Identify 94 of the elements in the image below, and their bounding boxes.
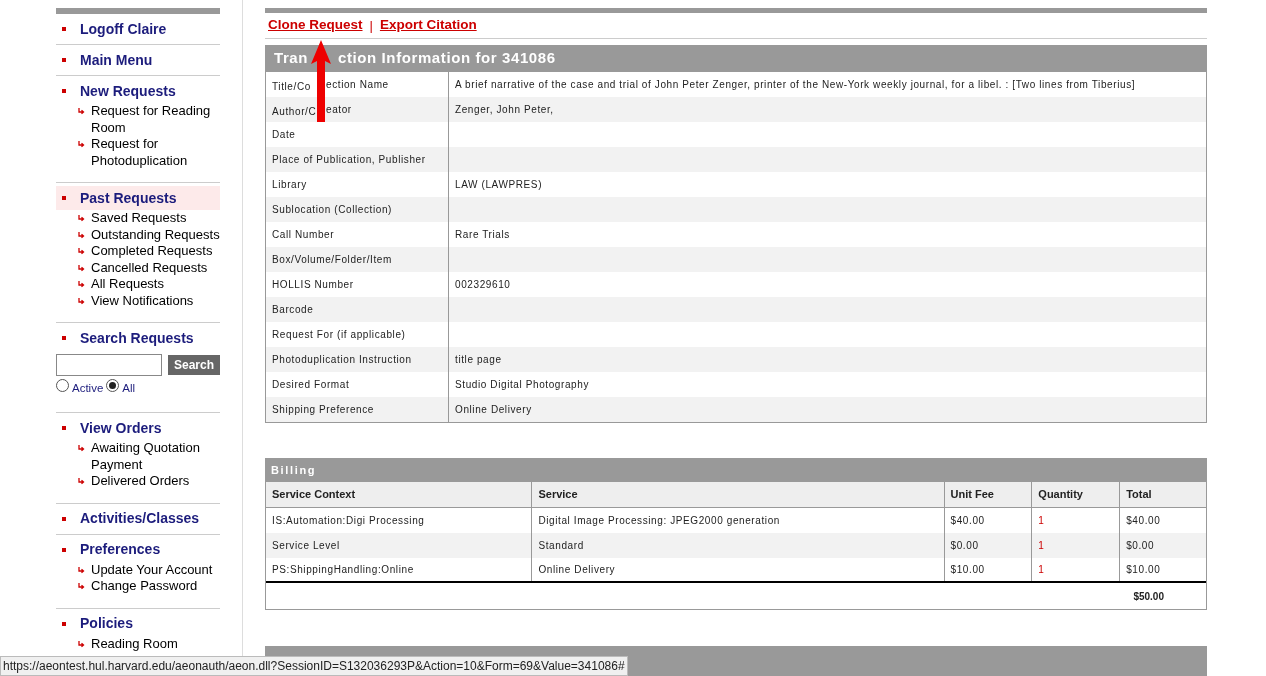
- field-label: Library: [272, 178, 307, 192]
- section-link[interactable]: Logoff Claire: [80, 18, 167, 40]
- sub-link[interactable]: All Requests: [91, 276, 164, 293]
- section-link[interactable]: Search Requests: [80, 327, 194, 349]
- column-header: Unit Fee: [944, 482, 1033, 507]
- sub-link[interactable]: Awaiting Quotation Payment: [91, 440, 220, 473]
- separator: |: [369, 16, 373, 35]
- status-bar: https://aeontest.hul.harvard.edu/aeonauth/aeon.dll?SessionID=S132036293P&Action=10&Form=69&Value=341086#: [0, 656, 628, 676]
- section-link[interactable]: Preferences: [80, 539, 161, 560]
- field-label: Desired Format: [272, 378, 350, 392]
- section-link[interactable]: Past Requests: [80, 187, 177, 209]
- section-link[interactable]: Policies: [80, 613, 133, 634]
- sub-link[interactable]: Delivered Orders: [91, 473, 190, 490]
- field-label: Title/Co: [272, 80, 311, 92]
- arrow-icon: [78, 281, 85, 288]
- arrow-icon: [78, 478, 85, 485]
- column-header: Quantity: [1032, 482, 1121, 507]
- bullet-icon: [62, 426, 66, 430]
- table-cell: PS:ShippingHandling:Online: [266, 558, 533, 581]
- bullet-icon: [62, 58, 66, 62]
- sub-link[interactable]: Saved Requests: [91, 210, 187, 227]
- bullet-icon: [62, 89, 66, 93]
- panel-title: Tran: [274, 49, 309, 67]
- sub-link[interactable]: Update Your Account: [91, 561, 213, 578]
- field-value: Zenger, John Peter,: [454, 103, 555, 117]
- action-link[interactable]: Export Citation: [379, 15, 477, 36]
- field-value: 002329610: [454, 278, 512, 292]
- sub-link[interactable]: Request for Photoduplication: [91, 136, 220, 169]
- field-label: Shipping Preference: [272, 403, 374, 417]
- field-label: eator: [326, 103, 352, 117]
- field-label: Photoduplication Instruction: [272, 353, 412, 367]
- field-value: title page: [454, 353, 503, 367]
- arrow-icon: [78, 297, 85, 305]
- sub-link[interactable]: Outstanding Requests: [91, 226, 220, 243]
- field-label: Place of Publication, Publisher: [272, 153, 426, 167]
- panel-title: ction Information for 341086: [338, 48, 556, 69]
- arrow-icon: [78, 248, 85, 255]
- radio-button[interactable]: [56, 378, 69, 392]
- bullet-icon: [62, 547, 66, 552]
- grand-total: $50.00: [1133, 589, 1164, 604]
- table-cell: 1: [1032, 558, 1121, 581]
- field-label: Box/Volume/Folder/Item: [272, 253, 392, 267]
- radio-label: Active: [72, 380, 104, 396]
- sub-link[interactable]: View Notifications: [91, 292, 194, 309]
- bullet-icon: [62, 621, 66, 626]
- field-value: Rare Trials: [454, 228, 511, 242]
- table-cell: $10.00: [944, 558, 1033, 581]
- arrow-icon: [78, 108, 85, 115]
- arrow-icon: [78, 141, 85, 148]
- bullet-icon: [62, 336, 66, 340]
- action-link[interactable]: Clone Request: [268, 15, 363, 36]
- arrow-icon: [78, 583, 85, 590]
- section-link[interactable]: Activities/Classes: [80, 508, 200, 529]
- field-label: Barcode: [272, 303, 314, 317]
- field-value: LAW (LAWPRES): [454, 178, 544, 192]
- bullet-icon: [62, 27, 66, 31]
- arrow-icon: [78, 640, 85, 648]
- sub-link[interactable]: Cancelled Requests: [91, 259, 208, 276]
- radio-button[interactable]: [106, 378, 120, 392]
- bullet-icon: [62, 516, 66, 521]
- sub-link[interactable]: Reading Room: [91, 635, 178, 652]
- arrow-icon: [78, 445, 85, 452]
- sub-link[interactable]: Completed Requests: [91, 243, 213, 260]
- sub-link[interactable]: Change Password: [91, 578, 198, 595]
- bullet-icon: [62, 196, 66, 200]
- section-link[interactable]: New Requests: [80, 80, 176, 102]
- field-label: Date: [272, 128, 296, 142]
- section-link[interactable]: View Orders: [80, 417, 162, 439]
- radio-label: All: [122, 380, 136, 396]
- field-value: Online Delivery: [454, 403, 533, 417]
- arrow-icon: [78, 231, 85, 239]
- section-link[interactable]: Main Menu: [80, 49, 153, 71]
- field-value: A brief narrative of the case and trial of John Peter Zenger, printer of the New-York weekly journal, for a libel. : [Two lines from Tiberius]: [454, 78, 1137, 92]
- field-label: Sublocation (Collection): [272, 203, 392, 217]
- table-cell-text: $10.00: [1125, 563, 1162, 577]
- search-button[interactable]: Search: [168, 355, 221, 375]
- panel-title: Billing: [266, 458, 1206, 482]
- table-cell: Online Delivery: [532, 558, 945, 581]
- search-field[interactable]: [56, 354, 162, 376]
- column-header: Service: [532, 482, 945, 507]
- field-label: ection Name: [326, 78, 389, 92]
- field-label: Author/C: [272, 105, 317, 117]
- column-header: Total: [1125, 487, 1153, 503]
- field-label: Request For (if applicable): [272, 328, 406, 342]
- arrow-icon: [78, 566, 85, 574]
- table-cell-text: $0.00: [1125, 539, 1156, 553]
- table-cell-text: $40.00: [1125, 514, 1162, 528]
- arrow-icon: [78, 264, 85, 272]
- arrow-icon: [78, 215, 85, 222]
- sub-link[interactable]: Request for Reading Room: [91, 103, 220, 136]
- column-header: Service Context: [266, 482, 533, 507]
- field-label: Call Number: [272, 228, 335, 242]
- field-value: Studio Digital Photography: [454, 378, 590, 392]
- field-label: HOLLIS Number: [272, 278, 354, 292]
